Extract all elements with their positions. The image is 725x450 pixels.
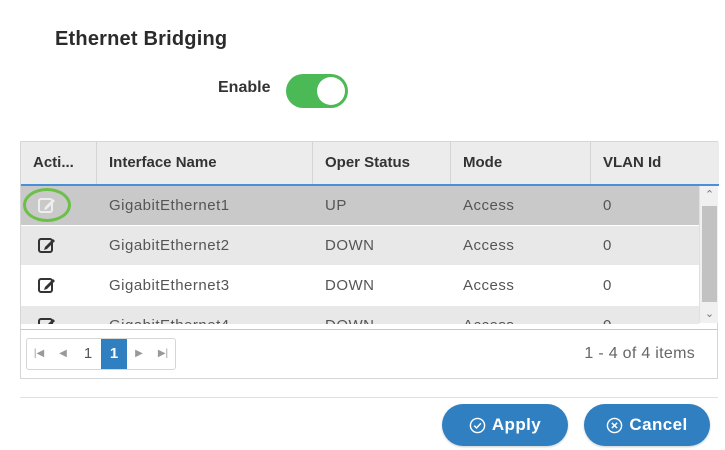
table-row[interactable]: GigabitEthernet2 DOWN Access 0 — [21, 226, 699, 266]
column-header-interface-name[interactable]: Interface Name — [97, 142, 313, 184]
footer-divider — [20, 397, 718, 398]
prev-page-icon[interactable]: ◀ — [51, 339, 75, 369]
table-row[interactable]: GigabitEthernet3 DOWN Access 0 — [21, 266, 699, 306]
scroll-up-icon[interactable]: ⌃ — [700, 186, 719, 204]
column-header-action[interactable]: Acti... — [21, 142, 97, 184]
vlan-id-cell: 0 — [603, 237, 612, 254]
edit-icon[interactable] — [37, 275, 57, 295]
pager-info: 1 - 4 of 4 items — [584, 345, 695, 362]
apply-button-label: Apply — [491, 415, 542, 434]
scroll-thumb[interactable] — [702, 206, 717, 302]
x-circle-icon — [607, 417, 623, 433]
column-header-mode[interactable]: Mode — [451, 142, 591, 184]
vlan-id-cell: 0 — [603, 197, 612, 214]
apply-button[interactable]: Apply — [442, 404, 568, 446]
table-scrollbar[interactable]: ⌃ ⌄ — [699, 186, 718, 323]
interface-name-cell: GigabitEthernet4 — [97, 306, 230, 324]
panel-header: Ethernet Bridging Enable — [0, 0, 725, 132]
table-header: Acti... Interface Name Oper Status Mode … — [21, 142, 719, 186]
interfaces-table: Acti... Interface Name Oper Status Mode … — [20, 141, 719, 341]
oper-status-cell: DOWN — [313, 306, 375, 324]
edit-icon[interactable] — [37, 315, 57, 324]
pager-controls: |◀ ◀ 1 1 ▶ ▶| — [26, 338, 176, 370]
enable-toggle[interactable] — [286, 74, 348, 108]
first-page-icon[interactable]: |◀ — [27, 339, 51, 369]
toggle-knob — [317, 77, 345, 105]
table-row[interactable]: GigabitEthernet1 UP Access 0 — [21, 186, 699, 226]
interface-name-cell: GigabitEthernet3 — [109, 277, 230, 294]
mode-cell: Access — [451, 306, 514, 324]
mode-cell: Access — [463, 237, 515, 254]
interface-name-cell: GigabitEthernet2 — [109, 237, 230, 254]
next-page-icon[interactable]: ▶ — [127, 339, 151, 369]
table-body: GigabitEthernet1 UP Access 0 GigabitEthe… — [21, 186, 699, 324]
page-title: Ethernet Bridging — [55, 28, 228, 50]
oper-status-cell: DOWN — [325, 277, 375, 294]
enable-label: Enable — [218, 79, 271, 96]
mode-cell: Access — [463, 277, 515, 294]
vlan-id-cell: 0 — [591, 306, 612, 324]
vlan-id-cell: 0 — [603, 277, 612, 294]
ethernet-bridging-panel: Ethernet Bridging Enable Acti... Interfa… — [0, 0, 725, 450]
cancel-button[interactable]: Cancel — [584, 404, 710, 446]
highlight-ring — [23, 188, 71, 222]
oper-status-cell: UP — [325, 197, 347, 214]
check-circle-icon — [469, 417, 486, 433]
last-page-icon[interactable]: ▶| — [151, 339, 175, 369]
table-pager: |◀ ◀ 1 1 ▶ ▶| 1 - 4 of 4 items — [20, 329, 718, 379]
mode-cell: Access — [463, 197, 515, 214]
column-header-vlan-id[interactable]: VLAN Id — [591, 142, 719, 184]
cancel-button-label: Cancel — [629, 415, 688, 434]
oper-status-cell: DOWN — [325, 237, 375, 254]
table-row[interactable]: GigabitEthernet4 DOWN Access 0 — [21, 306, 699, 324]
interface-name-cell: GigabitEthernet1 — [109, 197, 230, 214]
page-input[interactable]: 1 — [75, 339, 101, 369]
column-header-oper-status[interactable]: Oper Status — [313, 142, 451, 184]
current-page-button[interactable]: 1 — [101, 339, 127, 369]
edit-icon[interactable] — [37, 235, 57, 255]
scroll-down-icon[interactable]: ⌄ — [700, 305, 719, 323]
